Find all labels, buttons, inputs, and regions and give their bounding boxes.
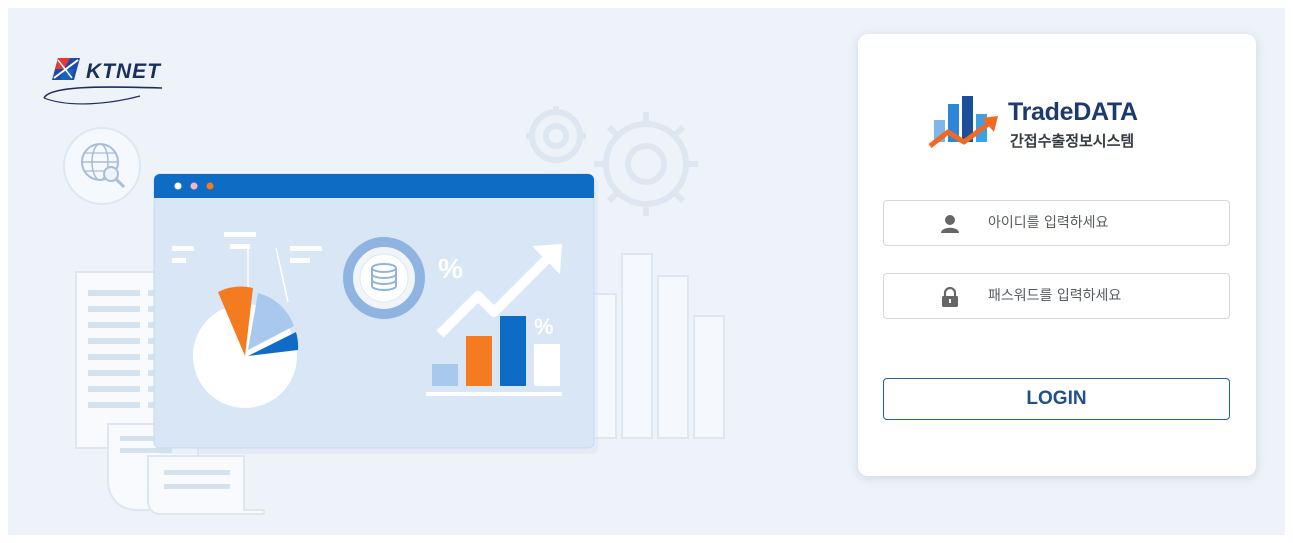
brand-name: TradeDATA: [1008, 98, 1138, 126]
browser-window: % %: [153, 173, 598, 454]
user-id-input[interactable]: [988, 211, 1208, 235]
user-id-field[interactable]: [883, 200, 1230, 246]
tradedata-logo-icon: [928, 96, 998, 148]
dashboard-illustration: % %: [63, 106, 725, 515]
tradedata-brand: TradeDATA 간접수출정보시스템: [928, 94, 1188, 154]
logo-text: KTNET: [86, 60, 161, 83]
globe-search-icon: [63, 127, 141, 205]
lock-icon: [942, 287, 958, 307]
database-icon: [343, 237, 425, 319]
percent-sign: %: [534, 314, 554, 339]
login-page-background: KTNET % % TradeDATA 간접수출정보시스템 아이디를 입력하세요…: [8, 8, 1285, 535]
percent-sign: %: [438, 253, 463, 284]
login-button[interactable]: LOGIN: [883, 378, 1230, 420]
login-card: TradeDATA 간접수출정보시스템 LOGIN: [858, 34, 1256, 476]
password-input[interactable]: [988, 284, 1208, 308]
brand-subtitle: 간접수출정보시스템: [1010, 132, 1135, 150]
password-field[interactable]: [883, 273, 1230, 319]
user-icon: [941, 215, 959, 233]
